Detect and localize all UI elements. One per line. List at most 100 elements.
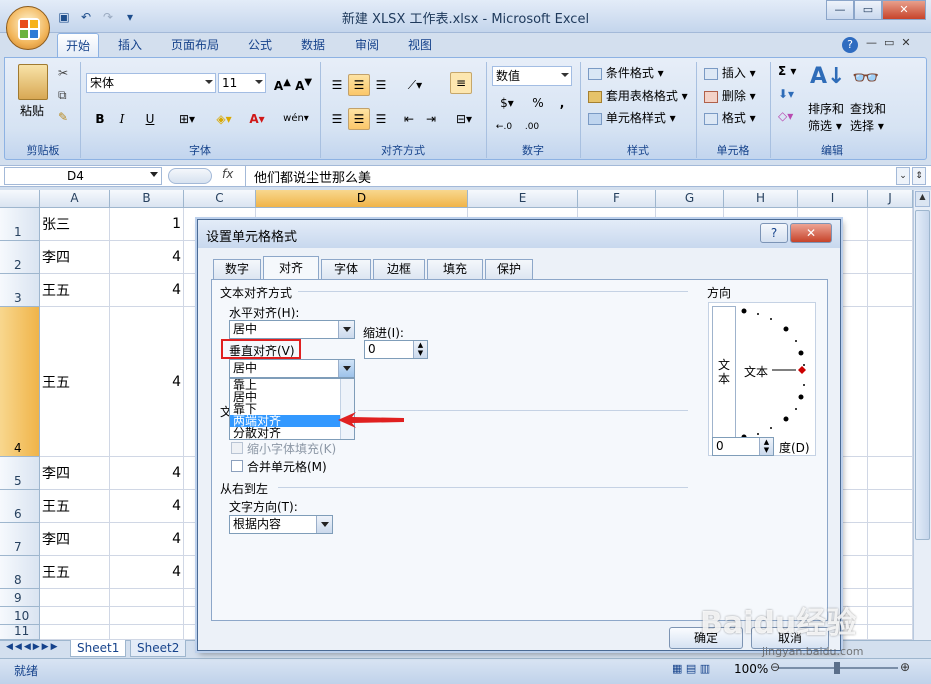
phonetic-button[interactable]: wén▾ <box>278 108 314 130</box>
paste-label[interactable]: 粘贴 <box>20 102 44 119</box>
sort-filter-icon[interactable]: A↓ <box>810 64 845 94</box>
name-box-dropdown-icon[interactable] <box>150 172 158 177</box>
formula-content[interactable]: 他们都说尘世那么美 <box>254 167 371 186</box>
align-left-icon[interactable]: ☰ <box>326 108 348 130</box>
column-header[interactable]: G <box>656 190 724 208</box>
autosum-button[interactable]: Σ ▾ <box>778 64 796 78</box>
cell-b8[interactable]: 4 <box>110 556 184 589</box>
list-scrollbar[interactable] <box>340 379 354 439</box>
cell-b2[interactable]: 4 <box>110 241 184 274</box>
expand-formula-bar-icon[interactable]: ⌄ <box>896 167 910 185</box>
delete-cells-button[interactable]: 删除 ▾ <box>704 87 756 104</box>
list-item[interactable]: 靠下 <box>230 403 354 415</box>
cell-a7[interactable]: 李四 <box>40 523 110 556</box>
sort-filter-label2[interactable]: 筛选 ▾ <box>808 117 842 134</box>
format-cells-button[interactable]: 格式 ▾ <box>704 109 756 126</box>
zoom-level[interactable]: 100% <box>734 662 768 676</box>
copy-icon[interactable]: ⧉ <box>58 88 67 103</box>
list-item[interactable]: 靠上 <box>230 379 354 391</box>
row-header[interactable]: 10 <box>0 607 40 625</box>
merge-cells-checkbox[interactable] <box>231 460 243 472</box>
find-select-label1[interactable]: 查找和 <box>850 100 886 117</box>
zoom-slider-thumb[interactable] <box>834 662 840 674</box>
cell-j10[interactable] <box>868 607 913 625</box>
column-header[interactable]: A <box>40 190 110 208</box>
column-header[interactable]: H <box>724 190 798 208</box>
find-select-icon[interactable]: 👓 <box>852 66 882 92</box>
list-item[interactable]: 居中 <box>230 391 354 403</box>
tab-home[interactable]: 开始 <box>57 33 99 57</box>
cell-a8[interactable]: 王五 <box>40 556 110 589</box>
insert-function-icon[interactable]: fx <box>222 167 233 181</box>
align-center-icon[interactable]: ☰ <box>348 108 370 130</box>
help-icon[interactable]: ? <box>842 37 858 53</box>
list-item-selected[interactable]: 两端对齐 <box>230 415 354 427</box>
decrease-decimal-icon[interactable]: .00 <box>520 116 544 138</box>
cell-b5[interactable]: 4 <box>110 457 184 490</box>
font-color-button[interactable]: A▾ <box>242 108 272 130</box>
ribbon-window-controls[interactable]: — ▭ ✕ <box>866 36 911 49</box>
degree-spinner[interactable]: 0 ▲ ▼ <box>712 437 774 456</box>
row-header[interactable]: 7 <box>0 523 40 556</box>
row-header[interactable]: 3 <box>0 274 40 307</box>
scroll-up-icon[interactable]: ▲ <box>915 191 930 207</box>
horizontal-align-select[interactable]: 居中 <box>229 320 355 339</box>
tab-insert[interactable]: 插入 <box>110 33 150 57</box>
minimize-button[interactable]: — <box>826 0 854 20</box>
redo-icon[interactable]: ↷ <box>100 10 116 24</box>
fill-icon[interactable]: ⬇▾ <box>778 87 794 101</box>
dialog-tab-fill[interactable]: 填充 <box>427 259 483 279</box>
cell-j9[interactable] <box>868 589 913 607</box>
dialog-close-button[interactable]: ✕ <box>790 223 832 243</box>
row-header[interactable]: 9 <box>0 589 40 607</box>
maximize-button[interactable]: ▭ <box>854 0 882 20</box>
cell-a3[interactable]: 王五 <box>40 274 110 307</box>
column-header[interactable]: D <box>256 190 468 208</box>
borders-icon[interactable]: ⊞▾ <box>172 108 202 130</box>
cell-j11[interactable] <box>868 625 913 640</box>
shrink-to-fit-checkbox[interactable] <box>231 442 243 454</box>
grow-shrink-font-buttons[interactable]: A▲ A▼ <box>270 72 316 94</box>
row-header[interactable]: 4 <box>0 307 40 457</box>
row-header[interactable]: 5 <box>0 457 40 490</box>
percent-button[interactable]: % <box>528 92 548 114</box>
align-right-icon[interactable]: ☰ <box>370 108 392 130</box>
cell-b1[interactable]: 1 <box>110 208 184 241</box>
cell-styles-button[interactable]: 单元格样式 ▾ <box>588 109 676 126</box>
formula-bar-splitter[interactable] <box>168 168 212 184</box>
paste-icon[interactable] <box>18 64 48 100</box>
increase-indent-icon[interactable]: ⇥ <box>420 108 442 130</box>
name-box[interactable]: D4 <box>4 167 162 185</box>
column-header[interactable]: J <box>868 190 913 208</box>
column-header[interactable]: B <box>110 190 184 208</box>
sheet-tab-sheet2[interactable]: Sheet2 <box>130 640 187 657</box>
column-header[interactable]: E <box>468 190 578 208</box>
row-header[interactable]: 1 <box>0 208 40 241</box>
conditional-format-button[interactable]: 条件格式 ▾ <box>588 64 664 81</box>
column-header[interactable]: C <box>184 190 256 208</box>
cell-j5[interactable] <box>868 457 913 490</box>
zoom-out-icon[interactable]: ⊖ <box>770 660 780 674</box>
row-header[interactable]: 6 <box>0 490 40 523</box>
font-size-combo[interactable]: 11 <box>218 73 266 93</box>
underline-button[interactable]: U <box>136 108 164 130</box>
wrap-text-icon[interactable]: ≡ <box>450 72 472 94</box>
cut-icon[interactable]: ✂ <box>58 66 68 80</box>
clear-icon[interactable]: ◇▾ <box>778 109 793 123</box>
list-item[interactable]: 分散对齐 <box>230 427 354 439</box>
align-top-icon[interactable]: ☰ <box>326 74 348 96</box>
customize-qat-icon[interactable]: ▾ <box>122 10 138 24</box>
italic-button[interactable]: I <box>112 108 132 130</box>
bold-button[interactable]: B <box>90 108 110 130</box>
align-middle-icon[interactable]: ☰ <box>348 74 370 96</box>
cell-b10[interactable] <box>110 607 184 625</box>
row-header[interactable]: 2 <box>0 241 40 274</box>
text-direction-select[interactable]: 根据内容 <box>229 515 333 534</box>
cell-b7[interactable]: 4 <box>110 523 184 556</box>
dialog-tab-border[interactable]: 边框 <box>373 259 425 279</box>
dialog-help-button[interactable]: ? <box>760 223 788 243</box>
cell-a10[interactable] <box>40 607 110 625</box>
comma-button[interactable]: , <box>552 92 572 114</box>
cell-j8[interactable] <box>868 556 913 589</box>
format-as-table-button[interactable]: 套用表格格式 ▾ <box>588 87 688 104</box>
